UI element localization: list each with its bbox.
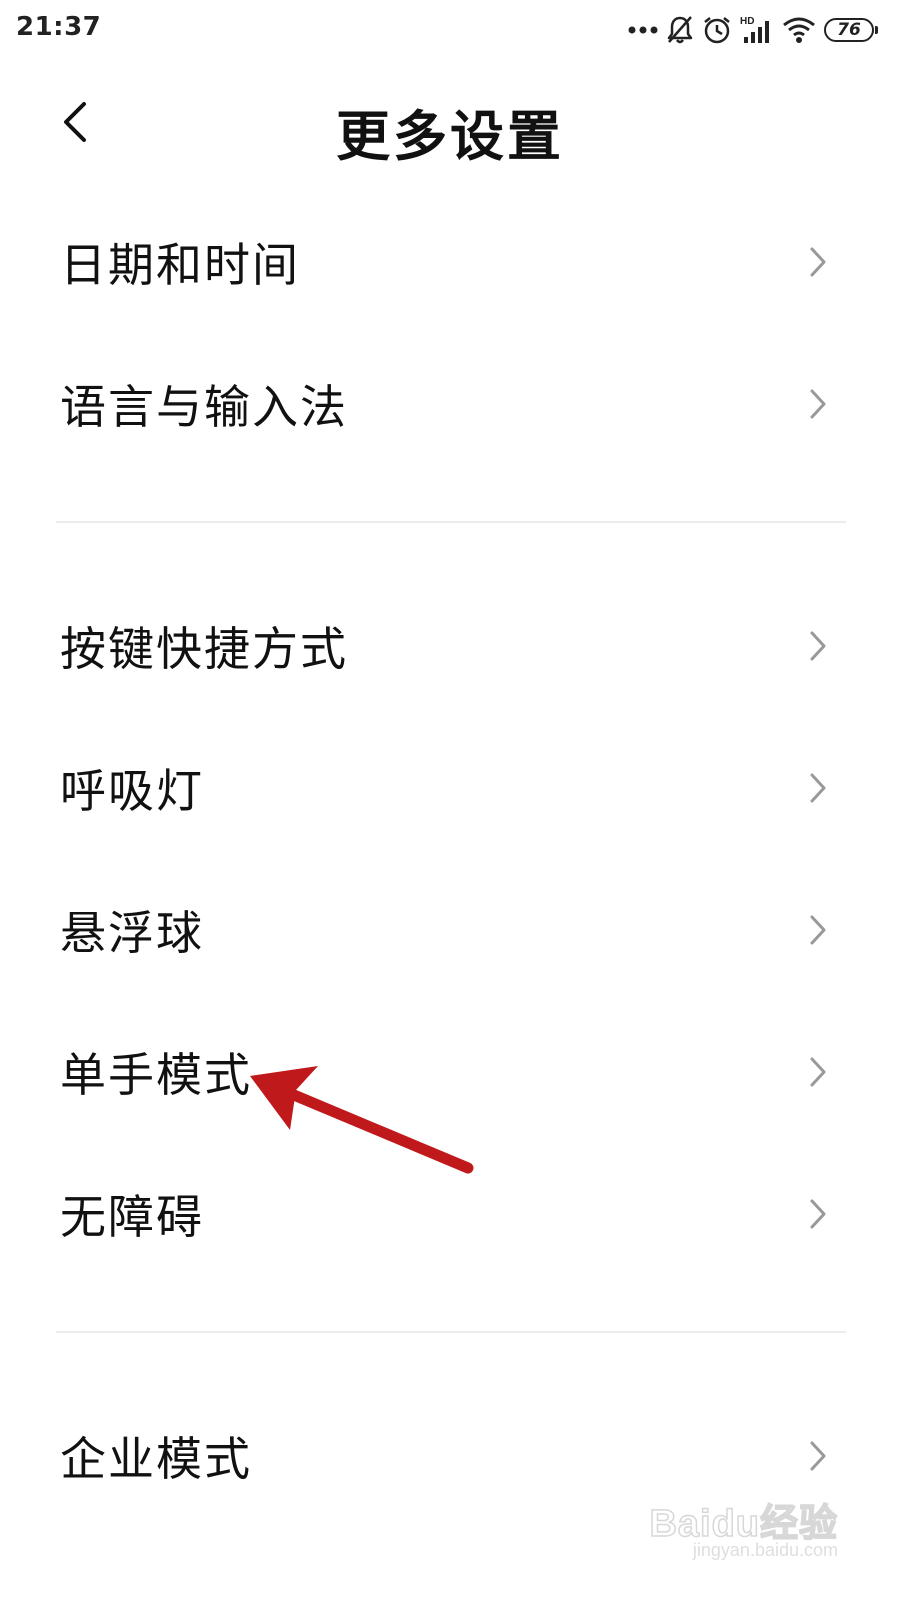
status-time: 21:37 bbox=[16, 12, 102, 42]
settings-item-label: 无障碍 bbox=[60, 1190, 204, 1244]
settings-item-floating-ball[interactable]: 悬浮球 bbox=[0, 859, 900, 1001]
bell-off-icon bbox=[666, 15, 694, 45]
page-title: 更多设置 bbox=[336, 105, 564, 168]
settings-item-accessibility[interactable]: 无障碍 bbox=[0, 1143, 900, 1285]
watermark-brand: Baidu经验 bbox=[649, 1502, 838, 1546]
battery-icon: 76 bbox=[824, 18, 878, 42]
header: 更多设置 bbox=[0, 70, 900, 180]
svg-text:HD: HD bbox=[740, 16, 754, 27]
status-bar: 21:37 HD 76 bbox=[0, 0, 900, 62]
settings-item-label: 按键快捷方式 bbox=[60, 622, 348, 676]
section-divider bbox=[56, 1331, 846, 1333]
settings-item-label: 企业模式 bbox=[60, 1432, 252, 1486]
chevron-right-icon bbox=[810, 773, 826, 803]
settings-item-button-shortcuts[interactable]: 按键快捷方式 bbox=[0, 575, 900, 717]
settings-item-notification-light[interactable]: 呼吸灯 bbox=[0, 717, 900, 859]
chevron-right-icon bbox=[810, 247, 826, 277]
chevron-right-icon bbox=[810, 631, 826, 661]
chevron-right-icon bbox=[810, 389, 826, 419]
settings-item-label: 悬浮球 bbox=[60, 906, 204, 960]
chevron-right-icon bbox=[810, 1057, 826, 1087]
settings-item-label: 单手模式 bbox=[60, 1048, 252, 1102]
settings-item-label: 呼吸灯 bbox=[60, 764, 204, 818]
watermark-url: jingyan.baidu.com bbox=[692, 1540, 838, 1560]
wifi-icon bbox=[782, 15, 816, 45]
watermark: Baidu经验 jingyan.baidu.com bbox=[649, 1492, 838, 1582]
chevron-right-icon bbox=[810, 1199, 826, 1229]
settings-item-label: 语言与输入法 bbox=[60, 380, 348, 434]
section-divider bbox=[56, 521, 846, 523]
chevron-right-icon bbox=[810, 915, 826, 945]
settings-item-language-input[interactable]: 语言与输入法 bbox=[0, 333, 900, 475]
hd-signal-icon: HD bbox=[740, 15, 774, 45]
settings-item-label: 日期和时间 bbox=[60, 238, 300, 292]
more-dots-icon bbox=[628, 25, 658, 35]
settings-item-one-handed-mode[interactable]: 单手模式 bbox=[0, 1001, 900, 1143]
status-icons: HD 76 bbox=[628, 12, 878, 48]
chevron-right-icon bbox=[810, 1441, 826, 1471]
settings-item-date-time[interactable]: 日期和时间 bbox=[0, 191, 900, 333]
alarm-icon bbox=[702, 15, 732, 45]
